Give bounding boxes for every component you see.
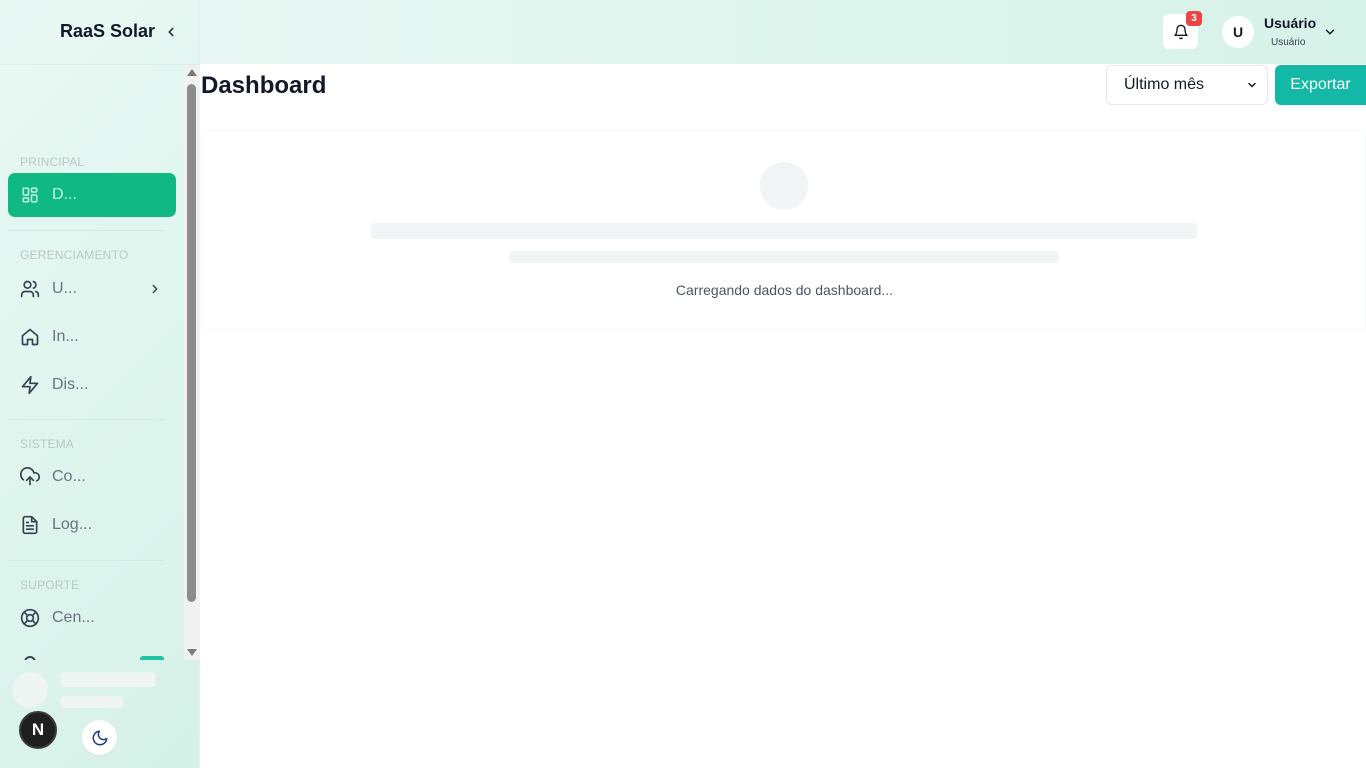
- skeleton-bar: [371, 223, 1197, 239]
- sidebar-item-devices[interactable]: Dis...: [8, 363, 176, 407]
- divider: [8, 419, 164, 420]
- sidebar-item-label: Dis...: [52, 376, 89, 393]
- sidebar-item-help-center[interactable]: Cen...: [8, 596, 176, 640]
- chevron-right-icon: [146, 280, 164, 298]
- file-text-icon: [20, 515, 40, 535]
- sidebar-item-dashboard[interactable]: D...: [8, 173, 176, 217]
- chevron-left-icon: [168, 27, 174, 37]
- skeleton-avatar: [12, 672, 48, 708]
- skeleton-circle: [760, 162, 808, 210]
- user-role: Usuário: [1271, 37, 1306, 48]
- sidebar-item-config[interactable]: Co...: [8, 455, 176, 499]
- chevron-down-icon: [1325, 29, 1335, 35]
- sidebar-item-label: In...: [52, 328, 79, 345]
- scroll-thumb[interactable]: [187, 84, 196, 602]
- section-label-suporte: SUPORTE: [20, 578, 80, 592]
- loading-card: Carregando dados do dashboard...: [201, 130, 1366, 330]
- moon-icon: [92, 730, 107, 745]
- skeleton-bar: [509, 251, 1059, 263]
- loading-message: Carregando dados do dashboard...: [675, 282, 894, 298]
- sidebar-scrollbar[interactable]: [184, 65, 200, 660]
- sidebar-item-label: Cen...: [52, 609, 95, 626]
- page-title: Dashboard: [201, 72, 327, 99]
- period-select[interactable]: Último mês: [1106, 65, 1268, 105]
- sidebar-item-installations[interactable]: In...: [8, 315, 176, 359]
- lightning-icon: [20, 375, 40, 395]
- dashboard-icon: [20, 185, 40, 205]
- sidebar-item-label: D...: [52, 186, 77, 203]
- user-name[interactable]: Usuário: [1264, 15, 1316, 31]
- sidebar: RaaS Solar PRINCIPAL D... GERENCIAMENTO …: [0, 0, 200, 768]
- users-icon: [20, 279, 40, 299]
- user-menu-toggle[interactable]: [1322, 24, 1338, 40]
- collapse-sidebar-button[interactable]: [162, 22, 180, 42]
- sidebar-item-label: Co...: [52, 468, 86, 485]
- brand-name: RaaS Solar: [60, 21, 156, 41]
- section-label-gerenciamento: GERENCIAMENTO: [20, 248, 129, 262]
- bell-icon: [1173, 24, 1188, 39]
- next-dev-badge[interactable]: N: [19, 711, 57, 749]
- theme-toggle-button[interactable]: [82, 720, 117, 755]
- scroll-up-arrow[interactable]: [187, 69, 197, 76]
- section-label-sistema: SISTEMA: [20, 437, 75, 451]
- sidebar-nav: PRINCIPAL D... GERENCIAMENTO U... In...: [0, 65, 184, 660]
- skeleton-line: [60, 696, 124, 708]
- divider: [8, 560, 164, 561]
- sidebar-item-users[interactable]: U...: [8, 267, 176, 311]
- sidebar-item-label: U...: [52, 280, 77, 297]
- lifebuoy-icon: [20, 608, 40, 628]
- top-header: 3 U Usuário Usuário: [200, 0, 1366, 64]
- notification-count-badge: 3: [1186, 11, 1202, 26]
- home-icon: [20, 327, 40, 347]
- skeleton-line: [60, 672, 156, 687]
- divider: [8, 230, 164, 231]
- sidebar-header: RaaS Solar: [0, 0, 200, 65]
- user-avatar[interactable]: U: [1222, 16, 1254, 48]
- sidebar-item-label: Log...: [52, 516, 93, 533]
- section-label-principal: PRINCIPAL: [20, 155, 85, 169]
- cloud-upload-icon: [20, 467, 40, 487]
- export-button[interactable]: Exportar: [1275, 65, 1366, 105]
- period-select-value: Último mês: [1124, 76, 1205, 93]
- chevron-down-icon: [1245, 78, 1259, 92]
- sidebar-item-logs[interactable]: Log...: [8, 503, 176, 547]
- sidebar-footer: N: [0, 660, 200, 768]
- scroll-down-arrow[interactable]: [187, 649, 197, 656]
